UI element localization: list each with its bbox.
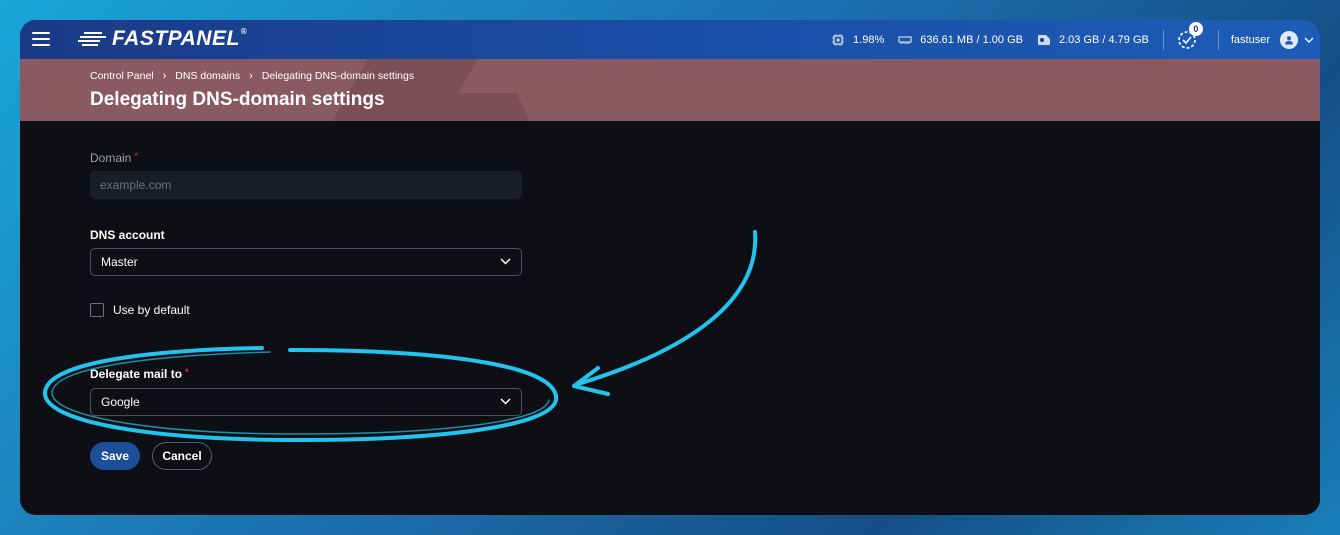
use-by-default-option[interactable]: Use by default: [90, 303, 190, 317]
chevron-right-icon: ›: [162, 70, 167, 82]
top-bar: FASTPANEL® 1.98% 636.61 MB / 1.00 GB 2.0…: [20, 20, 1320, 59]
dns-account-select[interactable]: Master: [90, 248, 522, 276]
domain-field[interactable]: example.com: [90, 171, 522, 199]
cancel-button[interactable]: Cancel: [152, 442, 212, 470]
form-content: Domain * example.com DNS account Master U…: [20, 121, 1320, 515]
disk-stat: 2.03 GB / 4.79 GB: [1037, 34, 1149, 46]
cpu-stat: 1.98%: [831, 33, 884, 47]
save-button[interactable]: Save: [90, 442, 140, 470]
domain-label: Domain *: [90, 151, 138, 165]
chevron-down-icon: [500, 258, 511, 265]
cpu-icon: [832, 33, 845, 46]
logo-icon: [78, 30, 108, 48]
breadcrumb-dns-domains[interactable]: DNS domains: [175, 70, 240, 82]
use-by-default-label: Use by default: [113, 303, 190, 317]
username: fastuser: [1230, 33, 1270, 46]
delegate-mail-label: Delegate mail to *: [90, 367, 189, 381]
tasks-badge: 0: [1188, 21, 1203, 36]
memory-stat: 636.61 MB / 1.00 GB: [898, 34, 1023, 46]
breadcrumb-current: Delegating DNS-domain settings: [261, 70, 415, 82]
header-decoration: [440, 93, 530, 121]
dns-account-label: DNS account: [90, 228, 165, 242]
menu-icon[interactable]: [32, 29, 50, 47]
disk-icon: [1037, 34, 1050, 45]
app-window: FASTPANEL® 1.98% 636.61 MB / 1.00 GB 2.0…: [20, 20, 1320, 515]
page-title: Delegating DNS-domain settings: [90, 89, 385, 110]
divider: [1162, 29, 1164, 50]
delegate-mail-select[interactable]: Google: [90, 388, 522, 416]
chevron-right-icon: ›: [249, 70, 253, 82]
breadcrumb-control-panel[interactable]: Control Panel: [90, 70, 154, 82]
divider: [1217, 29, 1219, 50]
avatar-icon: [1280, 30, 1298, 49]
user-menu[interactable]: fastuser: [1230, 30, 1314, 49]
memory-icon: [898, 35, 912, 44]
logo-text: FASTPANEL®: [112, 27, 248, 50]
tasks-button[interactable]: 0: [1176, 21, 1203, 52]
chevron-down-icon: [1304, 37, 1314, 43]
use-by-default-checkbox[interactable]: [90, 303, 104, 317]
logo[interactable]: FASTPANEL®: [78, 27, 248, 50]
breadcrumb: Control Panel › DNS domains › Delegating…: [90, 70, 414, 82]
chevron-down-icon: [500, 398, 511, 405]
page-header: Control Panel › DNS domains › Delegating…: [20, 59, 1320, 121]
